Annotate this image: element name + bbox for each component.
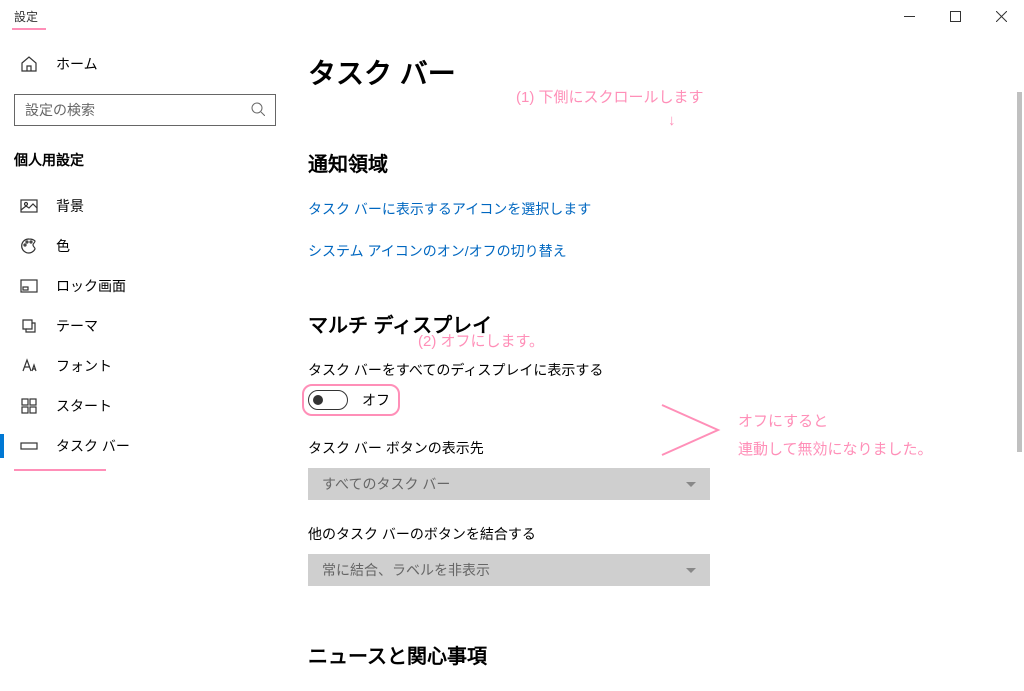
palette-icon <box>20 237 38 255</box>
chevron-down-icon <box>686 482 696 487</box>
chevron-down-icon <box>686 568 696 573</box>
sidebar-item-taskbar[interactable]: タスク バー <box>0 426 290 466</box>
title-bar: 設定 <box>0 0 1024 32</box>
window-controls <box>886 0 1024 32</box>
taskbar-icon <box>20 437 38 455</box>
annotation-3-line1: オフにすると <box>738 410 828 431</box>
close-button[interactable] <box>978 0 1024 32</box>
home-icon <box>20 55 38 73</box>
minimize-button[interactable] <box>886 0 932 32</box>
annotation-2-text: (2) オフにします。 <box>418 330 544 351</box>
sidebar-item-home[interactable]: ホーム <box>0 44 290 84</box>
toggle-show-all-displays-wrapper: オフ <box>308 390 390 410</box>
label-show-all-displays: タスク バーをすべてのディスプレイに表示する <box>308 360 994 380</box>
start-icon <box>20 397 38 415</box>
section-multi-display: マルチ ディスプレイ <box>308 309 994 338</box>
annotation-underline-title <box>12 28 46 30</box>
sidebar-item-label: スタート <box>56 396 112 416</box>
dropdown-value: 常に結合、ラベルを非表示 <box>322 560 490 580</box>
section-notification-area: 通知領域 <box>308 148 994 177</box>
sidebar-item-background[interactable]: 背景 <box>0 186 290 226</box>
window-title: 設定 <box>14 8 38 25</box>
font-icon <box>20 357 38 375</box>
section-news-interests: ニュースと関心事項 <box>308 640 994 669</box>
sidebar-category: 個人用設定 <box>0 138 290 186</box>
sidebar-item-label: ロック画面 <box>56 276 126 296</box>
dropdown-button-destination: すべてのタスク バー <box>308 468 710 500</box>
sidebar-item-label: フォント <box>56 356 112 376</box>
sidebar-item-label: 背景 <box>56 196 84 216</box>
sidebar-item-themes[interactable]: テーマ <box>0 306 290 346</box>
annotation-underline-taskbar <box>14 469 106 471</box>
sidebar-item-start[interactable]: スタート <box>0 386 290 426</box>
sidebar-item-colors[interactable]: 色 <box>0 226 290 266</box>
scrollbar[interactable] <box>1017 92 1022 452</box>
sidebar-item-label: 色 <box>56 236 70 256</box>
search-placeholder: 設定の検索 <box>25 100 251 120</box>
maximize-button[interactable] <box>932 0 978 32</box>
lockscreen-icon <box>20 277 38 295</box>
annotation-1-arrow: ↓ <box>668 112 676 129</box>
sidebar-item-label: タスク バー <box>56 436 130 456</box>
themes-icon <box>20 317 38 335</box>
annotation-3-line2: 連動して無効になりました。 <box>738 438 933 459</box>
annotation-1-text: (1) 下側にスクロールします <box>516 86 704 107</box>
label-combine-other: 他のタスク バーのボタンを結合する <box>308 524 994 544</box>
annotation-chevron <box>658 401 730 464</box>
search-icon <box>251 102 265 119</box>
sidebar-item-label: ホーム <box>56 54 98 74</box>
link-select-taskbar-icons[interactable]: タスク バーに表示するアイコンを選択します <box>308 199 591 219</box>
sidebar-item-label: テーマ <box>56 316 98 336</box>
sidebar-item-lockscreen[interactable]: ロック画面 <box>0 266 290 306</box>
sidebar: ホーム 設定の検索 個人用設定 背景 色 ロック画面 テーマ <box>0 32 290 691</box>
picture-icon <box>20 197 38 215</box>
main-content: タスク バー — — — — — — — — 通知領域 タスク バーに表示するア… <box>290 32 1024 691</box>
dropdown-value: すべてのタスク バー <box>322 474 450 494</box>
dropdown-combine-other: 常に結合、ラベルを非表示 <box>308 554 710 586</box>
annotation-box-toggle <box>302 384 400 416</box>
search-input[interactable]: 設定の検索 <box>14 94 276 126</box>
sidebar-item-fonts[interactable]: フォント <box>0 346 290 386</box>
link-system-icons-toggle[interactable]: システム アイコンのオン/オフの切り替え <box>308 241 567 261</box>
